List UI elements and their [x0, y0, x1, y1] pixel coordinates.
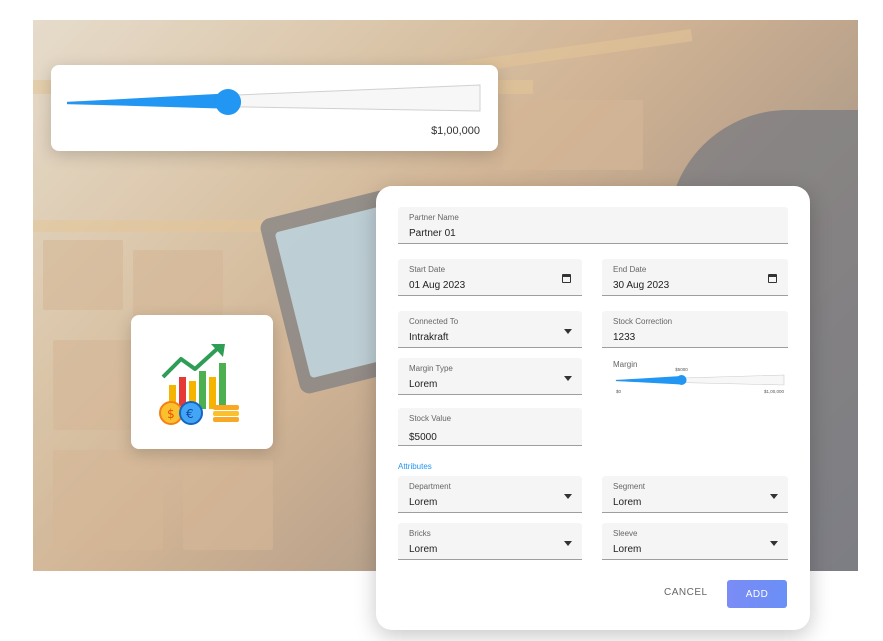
add-button[interactable]: ADD: [727, 580, 787, 608]
margin-slider-thumb[interactable]: [676, 375, 687, 385]
growth-icon-card: $ €: [131, 315, 273, 449]
caret-down-icon: [564, 329, 572, 334]
price-slider[interactable]: [67, 83, 483, 119]
price-slider-thumb[interactable]: [215, 89, 242, 115]
svg-text:€: €: [186, 407, 194, 421]
cancel-button[interactable]: CANCEL: [664, 587, 708, 598]
svg-text:$: $: [167, 407, 175, 421]
caret-down-icon: [770, 541, 778, 546]
growth-coins-icon: $ €: [159, 344, 239, 425]
margin-slider-group: Margin $5000 $0 $1,00,000: [602, 356, 788, 396]
margin-slider[interactable]: $5000 $0 $1,00,000: [602, 356, 788, 394]
price-slider-fill: [67, 93, 229, 109]
bricks-select[interactable]: Bricks Lorem: [398, 523, 582, 560]
margin-current-value: $5000: [675, 367, 688, 372]
start-date-field[interactable]: Start Date 01 Aug 2023: [398, 259, 582, 296]
stock-value-field[interactable]: Stock Value $5000: [398, 408, 582, 446]
margin-type-select[interactable]: Margin Type Lorem: [398, 358, 582, 395]
caret-down-icon: [770, 494, 778, 499]
partner-form: Partner Name Partner 01 Start Date 01 Au…: [376, 186, 810, 630]
caret-down-icon: [564, 541, 572, 546]
calendar-icon[interactable]: [562, 274, 571, 283]
department-select[interactable]: Department Lorem: [398, 476, 582, 513]
price-slider-card: $1,00,000: [51, 65, 498, 151]
caret-down-icon: [564, 376, 572, 381]
calendar-icon[interactable]: [768, 274, 777, 283]
segment-select[interactable]: Segment Lorem: [602, 476, 788, 513]
connected-to-select[interactable]: Connected To Intrakraft: [398, 311, 582, 348]
price-slider-value: $1,00,000: [431, 125, 480, 137]
attributes-heading: Attributes: [398, 462, 432, 471]
margin-min-value: $0: [616, 389, 622, 394]
margin-max-value: $1,00,000: [764, 389, 785, 394]
margin-slider-fill: [616, 376, 682, 385]
stock-correction-field[interactable]: Stock Correction 1233: [602, 311, 788, 348]
caret-down-icon: [564, 494, 572, 499]
end-date-field[interactable]: End Date 30 Aug 2023: [602, 259, 788, 296]
partner-name-field[interactable]: Partner Name Partner 01: [398, 207, 788, 244]
sleeve-select[interactable]: Sleeve Lorem: [602, 523, 788, 560]
